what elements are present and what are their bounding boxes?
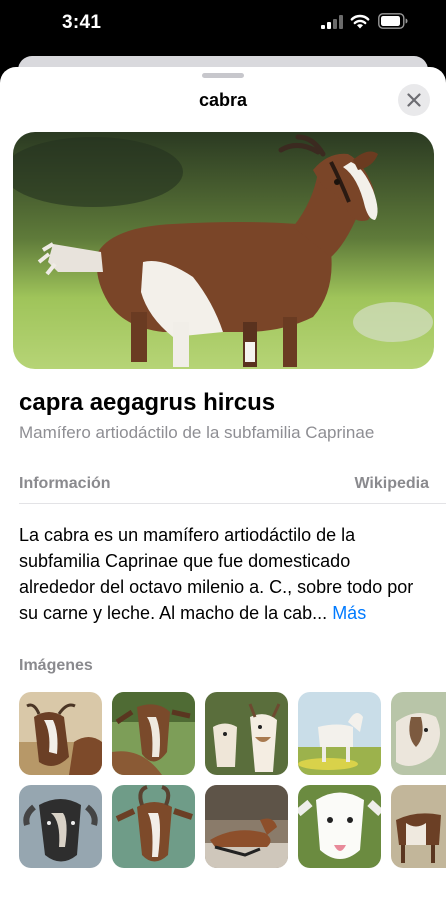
info-label: Información bbox=[19, 475, 111, 492]
close-button[interactable] bbox=[398, 84, 430, 116]
wikipedia-link[interactable]: Wikipedia bbox=[354, 475, 429, 493]
hero-image[interactable] bbox=[13, 132, 434, 369]
goat-image bbox=[391, 785, 446, 868]
image-thumbnail[interactable] bbox=[298, 692, 381, 775]
image-thumbnail[interactable] bbox=[112, 692, 195, 775]
image-thumbnail[interactable] bbox=[205, 692, 288, 775]
goat-image bbox=[112, 692, 195, 775]
status-bar: 3:41 bbox=[0, 0, 446, 48]
goat-image bbox=[19, 692, 102, 775]
more-link[interactable]: Más bbox=[332, 603, 366, 623]
visual-lookup-sheet: cabra capra aegagrus hircus Mamífero art… bbox=[0, 67, 446, 900]
image-thumbnail[interactable] bbox=[19, 785, 102, 868]
goat-image bbox=[205, 785, 288, 868]
wifi-icon bbox=[350, 14, 370, 29]
goat-image bbox=[205, 692, 288, 775]
divider bbox=[19, 503, 446, 504]
info-summary: La cabra es un mamífero artiodáctilo de … bbox=[19, 522, 429, 626]
info-section-header: Información Wikipedia bbox=[19, 475, 429, 497]
goat-image bbox=[298, 692, 381, 775]
image-thumbnail[interactable] bbox=[112, 785, 195, 868]
close-icon bbox=[407, 93, 421, 107]
cellular-signal-icon bbox=[321, 15, 343, 29]
image-thumbnail[interactable] bbox=[19, 692, 102, 775]
goat-image bbox=[112, 785, 195, 868]
goat-image bbox=[19, 785, 102, 868]
image-thumbnail[interactable] bbox=[391, 692, 446, 775]
subject-name: capra aegagrus hircus bbox=[19, 389, 276, 416]
images-section-label: Imágenes bbox=[19, 657, 93, 674]
image-thumbnail[interactable] bbox=[298, 785, 381, 868]
image-thumbnail[interactable] bbox=[205, 785, 288, 868]
goat-image bbox=[391, 692, 446, 775]
sheet-grabber[interactable] bbox=[202, 73, 244, 78]
status-time: 3:41 bbox=[62, 12, 102, 33]
image-thumbnail[interactable] bbox=[391, 785, 446, 868]
subject-description: Mamífero artiodáctilo de la subfamilia C… bbox=[19, 423, 375, 442]
goat-photo bbox=[13, 132, 434, 369]
goat-image bbox=[298, 785, 381, 868]
battery-icon bbox=[378, 13, 408, 29]
sheet-title: cabra bbox=[198, 90, 248, 110]
